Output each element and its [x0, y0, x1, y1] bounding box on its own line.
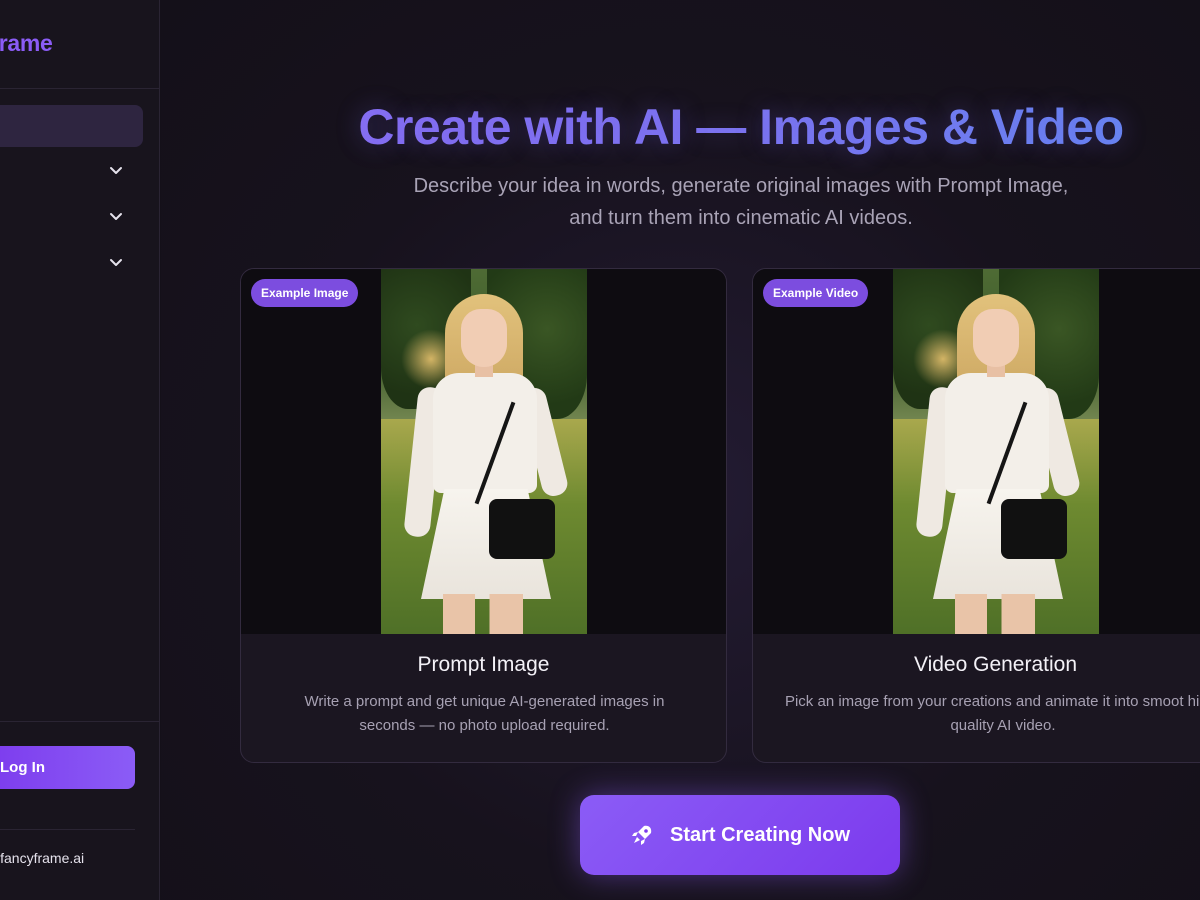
sidebar-item-active[interactable] — [0, 105, 143, 147]
start-creating-label: Start Creating Now — [669, 823, 851, 846]
card-media: Example Image — [241, 269, 726, 634]
example-image-badge: Example Image — [251, 279, 359, 307]
hero-subtitle: Describe your idea in words, generate or… — [413, 175, 1069, 229]
support-email-link[interactable]: t@fancyframe.ai — [0, 850, 84, 866]
login-button[interactable]: Log In — [0, 746, 135, 789]
card-media: Example Video — [753, 269, 1200, 634]
chevron-down-icon[interactable] — [108, 254, 124, 270]
chevron-down-icon[interactable] — [108, 162, 124, 178]
sidebar-item-3[interactable] — [0, 247, 160, 277]
example-video-badge: Example Video — [763, 279, 869, 307]
feature-card-prompt-image[interactable]: Example Image Prompt Image Write a promp… — [240, 268, 727, 763]
sidebar-item-2[interactable] — [0, 201, 160, 231]
rocket-icon — [631, 825, 652, 845]
start-creating-button[interactable]: Start Creating Now — [580, 795, 900, 875]
divider — [0, 829, 135, 830]
divider — [0, 88, 160, 89]
example-image — [381, 269, 587, 634]
sidebar: cyFrame Log In t@fancyframe.ai — [0, 0, 160, 900]
hero-title: Create with AI — Images & Video — [161, 98, 1200, 156]
chevron-down-icon[interactable] — [108, 208, 124, 224]
card-description: Write a prompt and get unique AI-generat… — [304, 693, 665, 734]
example-video-thumbnail — [893, 269, 1099, 634]
divider — [0, 721, 160, 722]
card-title: Video Generation — [913, 653, 1078, 676]
brand-logo-text[interactable]: cyFrame — [0, 30, 53, 57]
card-description: Pick an image from your creations and an… — [784, 693, 1200, 734]
card-title: Prompt Image — [417, 653, 550, 676]
main-content: Create with AI — Images & Video Describe… — [161, 0, 1200, 900]
sidebar-item-1[interactable] — [0, 155, 160, 185]
feature-card-video-generation[interactable]: Example Video Video Generation Pick an i… — [752, 268, 1200, 763]
